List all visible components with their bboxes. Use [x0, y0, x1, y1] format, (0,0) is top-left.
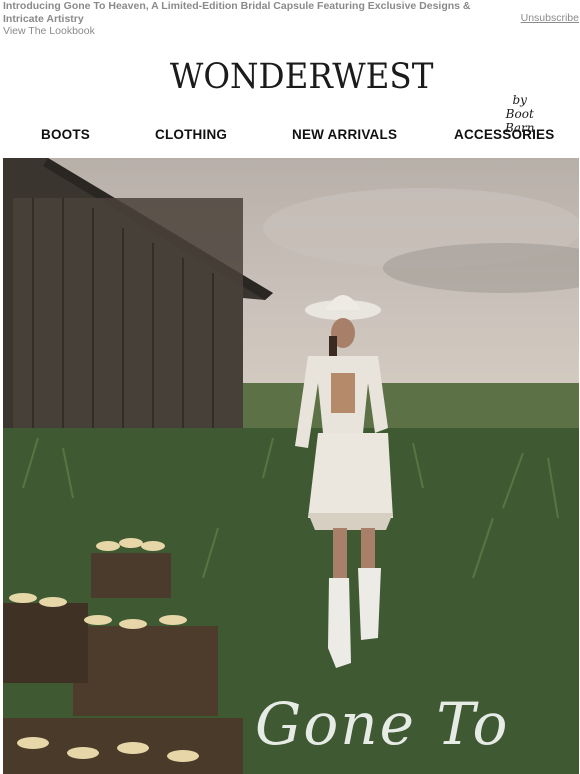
- nav-item-accessories[interactable]: ACCESSORIES: [454, 127, 554, 142]
- view-lookbook-link[interactable]: View The Lookbook: [3, 25, 95, 37]
- preheader-text: Introducing Gone To Heaven, A Limited-Ed…: [3, 0, 471, 25]
- nav-item-clothing[interactable]: CLOTHING: [155, 127, 227, 142]
- brand-logo[interactable]: WONDERWEST by Boot Barn: [0, 57, 580, 135]
- nav-item-new-arrivals[interactable]: NEW ARRIVALS: [292, 127, 397, 142]
- brand-name: WONDERWEST: [169, 57, 434, 97]
- hero-script-headline: Gone To: [255, 690, 510, 758]
- unsubscribe-link[interactable]: Unsubscribe: [521, 12, 579, 24]
- hero-scene-illustration: [3, 158, 579, 774]
- main-nav: BOOTS CLOTHING NEW ARRIVALS ACCESSORIES: [3, 127, 579, 147]
- nav-item-boots[interactable]: BOOTS: [41, 127, 90, 142]
- hero-image[interactable]: [3, 158, 579, 774]
